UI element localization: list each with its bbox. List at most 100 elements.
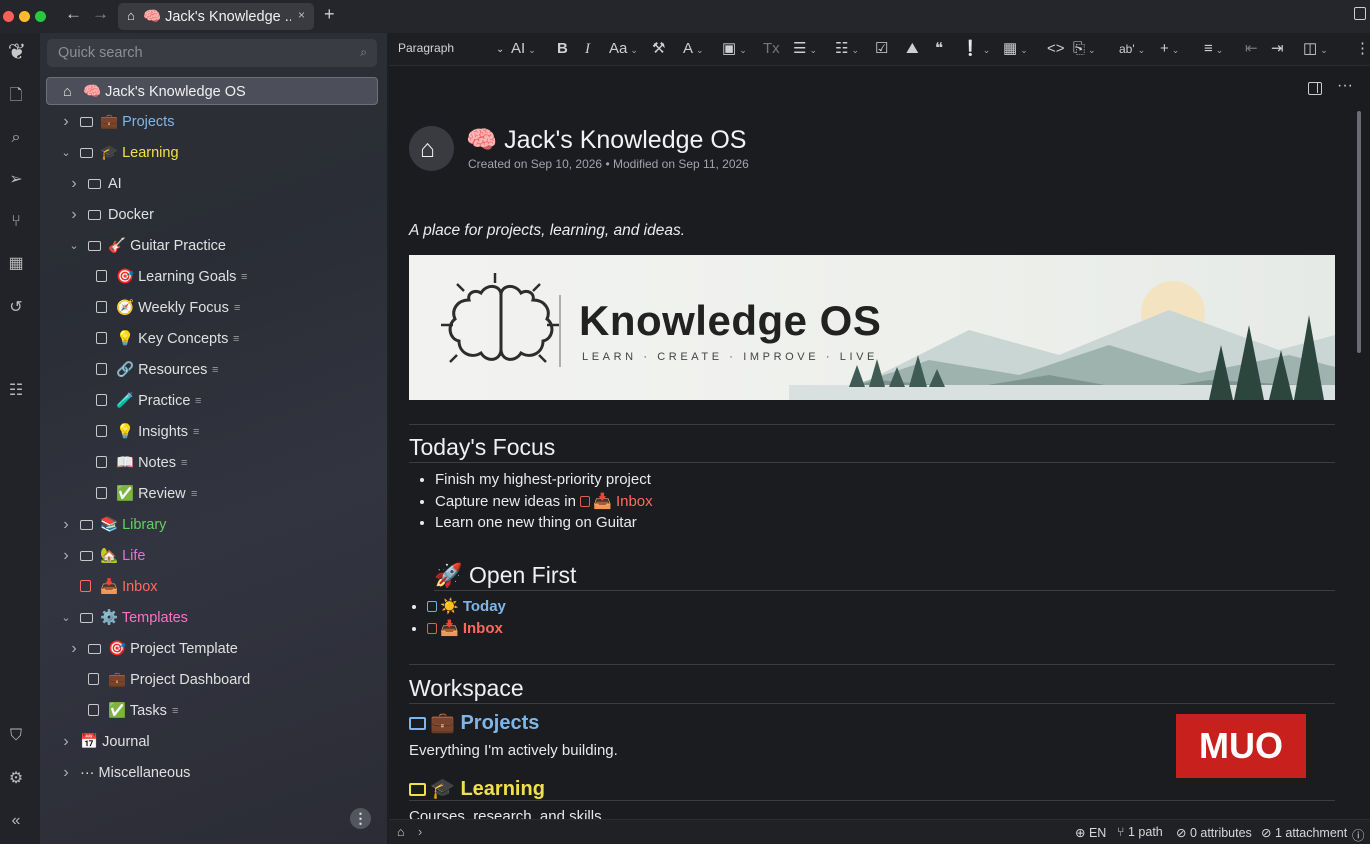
- chevron-down-icon[interactable]: ⌄: [60, 139, 72, 167]
- numbered-list-button[interactable]: ☷ ⌄: [835, 39, 859, 59]
- tree-item-concepts[interactable]: 💡 Key Concepts ≡: [40, 325, 380, 353]
- calendar-icon[interactable]: ▦: [7, 255, 25, 273]
- attributes-indicator[interactable]: ⊘ 0 attributes: [1176, 825, 1252, 840]
- admonition-button[interactable]: ❕ ⌄: [961, 39, 990, 59]
- insert-image-button[interactable]: ⛰: [906, 39, 919, 59]
- tree-item-practice[interactable]: 🧪 Practice ≡: [40, 387, 380, 415]
- bold-button[interactable]: B: [557, 39, 568, 59]
- tree-item-notes[interactable]: 📖 Notes ≡: [40, 449, 380, 477]
- attachments-indicator[interactable]: ⊘ 1 attachment: [1261, 825, 1347, 840]
- chevron-down-icon[interactable]: ⌄: [68, 232, 80, 260]
- recent-changes-icon[interactable]: ↺: [7, 299, 25, 317]
- tree-item-templates[interactable]: ⌄ ⚙️ Templates: [40, 604, 380, 632]
- tree-item-tasks[interactable]: ✅ Tasks ≡: [40, 697, 380, 725]
- paths-indicator[interactable]: ⑂ 1 path: [1117, 825, 1163, 839]
- tree-item-projects[interactable]: › 💼 Projects: [40, 108, 380, 136]
- tree-item-inbox[interactable]: 📥 Inbox: [40, 573, 380, 601]
- outdent-button[interactable]: ⇤: [1245, 39, 1258, 59]
- tree-item-ai[interactable]: › AI: [40, 170, 380, 198]
- tree-item-docker[interactable]: › Docker: [40, 201, 380, 229]
- chevron-down-icon[interactable]: ⌄: [60, 604, 72, 632]
- tab-close-button[interactable]: ×: [298, 8, 305, 22]
- collapse-sidebar-icon[interactable]: «: [7, 812, 25, 830]
- tree-item-proj-dashboard[interactable]: 💼 Project Dashboard: [40, 666, 380, 694]
- maximize-window-button[interactable]: [35, 11, 46, 22]
- new-note-icon[interactable]: 🗋: [7, 87, 25, 105]
- quick-search-input[interactable]: Quick search ⌕: [47, 39, 377, 67]
- tree-item-journal[interactable]: › 📅 Journal: [40, 728, 380, 756]
- inbox-link[interactable]: 📥 Inbox: [593, 493, 653, 510]
- split-view-icon[interactable]: [1308, 82, 1322, 95]
- todo-list-button[interactable]: ☑: [875, 39, 888, 59]
- forward-button[interactable]: →: [92, 4, 109, 24]
- note-map-icon[interactable]: ⑂: [7, 213, 25, 231]
- code-button[interactable]: <>: [1047, 39, 1065, 59]
- layout-button[interactable]: ◫ ⌄: [1303, 39, 1328, 59]
- chevron-right-icon[interactable]: ›: [68, 201, 80, 229]
- tree-item-guitar[interactable]: ⌄ 🎸 Guitar Practice: [40, 232, 380, 260]
- indent-button[interactable]: ⇥: [1271, 39, 1284, 59]
- insert-table-button[interactable]: ▦ ⌄: [1003, 39, 1028, 59]
- inbox-link[interactable]: 📥 Inbox: [440, 620, 503, 637]
- learning-link[interactable]: 🎓 Learning: [409, 776, 545, 801]
- minimize-window-button[interactable]: [19, 11, 30, 22]
- align-button[interactable]: ≡ ⌄: [1204, 39, 1223, 59]
- today-link[interactable]: ☀️ Today: [440, 598, 506, 615]
- format-painter-button[interactable]: ⚒: [652, 39, 665, 59]
- chevron-right-icon[interactable]: ›: [60, 759, 72, 787]
- editor-scrollbar[interactable]: [1357, 111, 1361, 353]
- tree-item-weekly[interactable]: 🧭 Weekly Focus ≡: [40, 294, 380, 322]
- tree-item-resources[interactable]: 🔗 Resources ≡: [40, 356, 380, 384]
- tree-item-goals[interactable]: 🎯 Learning Goals ≡: [40, 263, 380, 291]
- app-logo-icon[interactable]: ❦: [4, 41, 30, 63]
- insert-button[interactable]: + ⌄: [1160, 39, 1179, 59]
- jump-to-icon[interactable]: ➢: [7, 171, 25, 189]
- projects-link[interactable]: 💼 Projects: [409, 710, 539, 735]
- tree-item-insights[interactable]: 💡 Insights ≡: [40, 418, 380, 446]
- bulleted-list-button[interactable]: ☰ ⌄: [793, 39, 817, 59]
- settings-icon[interactable]: ⚙: [7, 770, 25, 788]
- text-case-button[interactable]: Aa ⌄: [609, 39, 638, 59]
- today-note-icon[interactable]: ☷: [7, 382, 25, 400]
- info-icon[interactable]: ⓘ: [1352, 825, 1365, 844]
- font-color-button[interactable]: A ⌄: [683, 39, 704, 59]
- italic-button[interactable]: I: [585, 39, 590, 59]
- highlight-button[interactable]: ▣ ⌄: [722, 39, 747, 59]
- chevron-right-icon[interactable]: ›: [60, 511, 72, 539]
- close-window-button[interactable]: [3, 11, 14, 22]
- code-block-button[interactable]: ⎘ ⌄: [1073, 39, 1096, 59]
- remove-format-button[interactable]: Tx: [763, 39, 780, 59]
- tree-item-proj-template[interactable]: › 🎯 Project Template: [40, 635, 380, 663]
- note-icon: [80, 573, 91, 601]
- new-tab-button[interactable]: +: [324, 4, 335, 25]
- back-button[interactable]: ←: [65, 4, 82, 24]
- tree-item-misc[interactable]: › ··· Miscellaneous: [40, 759, 380, 787]
- special-chars-button[interactable]: ab' ⌄: [1119, 39, 1145, 59]
- tree-options-button[interactable]: ⋮: [350, 808, 371, 829]
- protected-session-icon[interactable]: ⛉: [7, 727, 25, 745]
- tree-item-learning[interactable]: ⌄ 🎓 Learning: [40, 139, 380, 167]
- tree-item-library[interactable]: › 📚 Library: [40, 511, 380, 539]
- tree-item-life[interactable]: › 🏡 Life: [40, 542, 380, 570]
- chevron-right-icon[interactable]: ›: [60, 108, 72, 136]
- note-more-icon[interactable]: ···: [1337, 77, 1353, 95]
- note-editor[interactable]: ··· ⌂ 🧠 Jack's Knowledge OS Created on S…: [389, 66, 1370, 819]
- search-icon[interactable]: ⌕: [7, 129, 25, 147]
- note-icon-badge[interactable]: ⌂: [409, 126, 454, 171]
- breadcrumb-home-icon[interactable]: ⌂: [397, 825, 405, 839]
- more-tools-icon[interactable]: ⋮: [1355, 39, 1370, 59]
- breadcrumb-chevron-icon[interactable]: ›: [418, 825, 422, 839]
- tab-active-note[interactable]: ⌂ 🧠 Jack's Knowledge ... ×: [118, 3, 314, 30]
- window-layout-icon[interactable]: [1354, 7, 1366, 20]
- chevron-right-icon[interactable]: ›: [60, 542, 72, 570]
- tree-item-review[interactable]: ✅ Review ≡: [40, 480, 380, 508]
- tree-item-root[interactable]: ⌂ 🧠 Jack's Knowledge OS: [46, 77, 378, 105]
- chevron-right-icon[interactable]: ›: [68, 635, 80, 663]
- note-title[interactable]: 🧠 Jack's Knowledge OS: [466, 126, 746, 155]
- block-quote-button[interactable]: ❝: [935, 39, 943, 59]
- block-type-dropdown[interactable]: Paragraph ⌄: [398, 41, 504, 55]
- chevron-right-icon[interactable]: ›: [60, 728, 72, 756]
- font-size-button[interactable]: AI ⌄: [511, 39, 536, 59]
- language-indicator[interactable]: ⊕ EN: [1075, 825, 1106, 840]
- chevron-right-icon[interactable]: ›: [68, 170, 80, 198]
